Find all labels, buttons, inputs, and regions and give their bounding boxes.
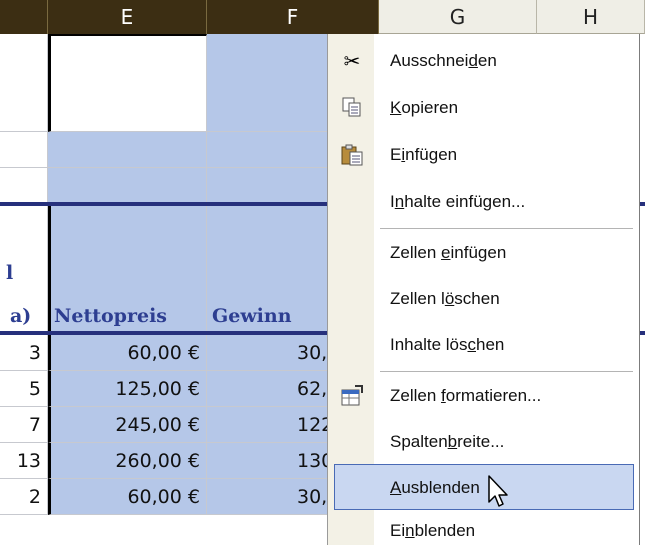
cell-nettopreis[interactable]: 260,00 € <box>48 443 207 479</box>
active-cell[interactable] <box>48 34 207 132</box>
menu-separator <box>380 228 633 229</box>
scissors-icon: ✂ <box>343 49 361 73</box>
cell-nettopreis[interactable]: 60,00 € <box>48 335 207 371</box>
menu-item-zellen-formatieren[interactable]: Zellen formatieren... <box>328 373 639 419</box>
cell-quantity[interactable]: 3 <box>0 335 48 371</box>
cell[interactable] <box>48 132 207 168</box>
column-header-h[interactable]: H <box>537 0 645 34</box>
context-menu: ✂ Ausschneiden Kopieren Einfügen Inhalte… <box>327 34 640 545</box>
menu-item-ausschneiden[interactable]: ✂ Ausschneiden <box>328 38 639 84</box>
menu-item-einfuegen[interactable]: Einfügen <box>328 132 639 178</box>
cell-quantity[interactable]: 13 <box>0 443 48 479</box>
format-cells-icon <box>340 384 364 408</box>
menu-separator <box>380 371 633 372</box>
column-header-e[interactable]: E <box>48 0 207 34</box>
menu-item-spaltenbreite[interactable]: Spaltenbreite... <box>328 419 639 465</box>
menu-item-inhalte-loeschen[interactable]: Inhalte löschen <box>328 322 639 368</box>
column-header-f[interactable]: F <box>207 0 379 34</box>
menu-item-zellen-einfuegen[interactable]: Zellen einfügen <box>328 230 639 276</box>
cell[interactable] <box>0 132 48 168</box>
partial-header-text: l <box>6 262 14 284</box>
copy-icon <box>340 96 364 120</box>
cell-quantity[interactable]: 2 <box>0 479 48 515</box>
cell[interactable] <box>48 168 207 204</box>
menu-item-zellen-loeschen[interactable]: Zellen löschen <box>328 276 639 322</box>
partial-header-text: a) <box>10 305 32 327</box>
cell-nettopreis[interactable]: 245,00 € <box>48 407 207 443</box>
menu-item-kopieren[interactable]: Kopieren <box>328 85 639 131</box>
cell-nettopreis[interactable]: 60,00 € <box>48 479 207 515</box>
header-gewinn: Gewinn <box>212 305 292 327</box>
mouse-pointer-icon <box>487 474 511 510</box>
cell-quantity[interactable]: 5 <box>0 371 48 407</box>
paste-icon <box>340 143 364 167</box>
column-header-d[interactable] <box>0 0 48 34</box>
cell-nettopreis[interactable]: 125,00 € <box>48 371 207 407</box>
cell[interactable] <box>0 168 48 204</box>
menu-item-ausblenden[interactable]: Ausblenden <box>334 464 634 510</box>
header-nettopreis: Nettopreis <box>54 305 167 327</box>
column-header-g[interactable]: G <box>379 0 537 34</box>
cell-quantity[interactable]: 7 <box>0 407 48 443</box>
menu-item-einblenden[interactable]: Einblenden <box>328 508 639 554</box>
cell[interactable] <box>0 34 48 132</box>
menu-item-inhalte-einfuegen[interactable]: Inhalte einfügen... <box>328 179 639 225</box>
